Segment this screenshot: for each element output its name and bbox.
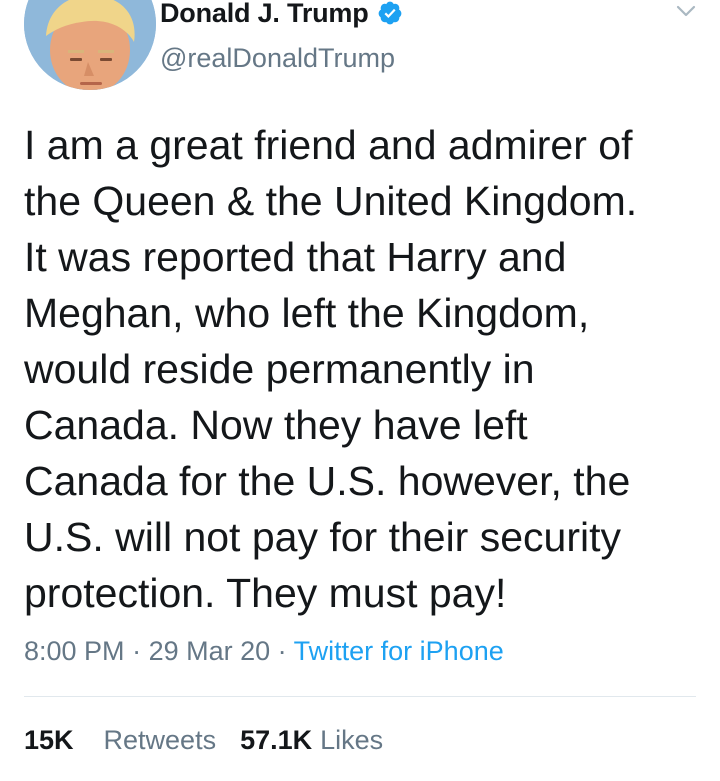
likes-stat[interactable]: 57.1K Likes	[240, 725, 383, 755]
author-name-row: Donald J. Trump	[160, 0, 403, 30]
retweets-stat[interactable]: 15K Retweets	[24, 725, 216, 755]
retweets-count: 15K	[24, 725, 74, 755]
chevron-down-icon[interactable]	[672, 0, 700, 22]
tweet-stats: 15K Retweets 57.1K Likes	[24, 725, 383, 756]
meta-separator: ·	[270, 636, 294, 666]
tweet-meta: 8:00 PM · 29 Mar 20 · Twitter for iPhone	[24, 636, 504, 667]
verified-badge-icon	[377, 0, 403, 26]
likes-count: 57.1K	[240, 725, 313, 755]
avatar[interactable]	[24, 0, 156, 90]
author-display-name[interactable]: Donald J. Trump	[160, 0, 369, 29]
author-handle[interactable]: @realDonaldTrump	[160, 43, 395, 74]
tweet-date[interactable]: 29 Mar 20	[149, 636, 271, 666]
divider	[24, 696, 696, 697]
likes-label: Likes	[320, 725, 384, 755]
retweets-label: Retweets	[103, 725, 217, 755]
tweet-source[interactable]: Twitter for iPhone	[294, 636, 504, 666]
meta-separator: ·	[124, 636, 149, 666]
tweet-text: I am a great friend and admirer of the Q…	[24, 122, 638, 616]
tweet-time[interactable]: 8:00 PM	[24, 636, 125, 666]
